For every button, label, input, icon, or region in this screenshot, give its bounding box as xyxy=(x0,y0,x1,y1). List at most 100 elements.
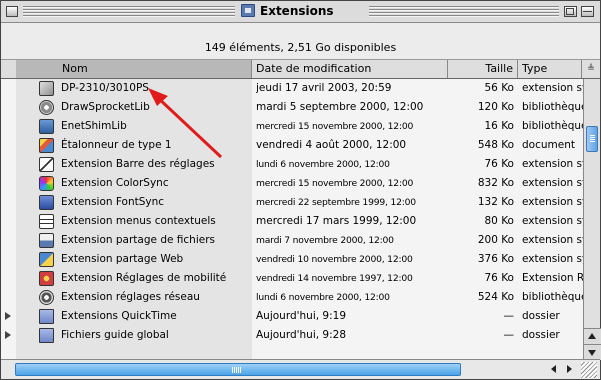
item-name: Fichiers guide global xyxy=(61,329,169,341)
colorsync-icon xyxy=(39,176,54,191)
item-date: mardi 7 novembre 2000, 12:00 xyxy=(256,235,394,246)
scroll-up-arrow[interactable] xyxy=(584,328,601,344)
item-type: bibliothèque xyxy=(522,120,583,132)
disclosure-triangle-icon[interactable] xyxy=(5,312,11,320)
list-item[interactable]: Extension réglages réseau lundi 6 novembr… xyxy=(1,288,583,307)
folder-icon xyxy=(39,309,54,324)
sort-direction-button[interactable]: ≜ xyxy=(582,60,600,78)
column-header-date[interactable]: Date de modification xyxy=(252,60,448,78)
item-name: Extension Réglages de mobilité xyxy=(61,272,227,284)
item-type: bibliothèque xyxy=(522,101,583,113)
file-sharing-icon xyxy=(39,233,54,248)
scroll-down-arrow[interactable] xyxy=(584,344,601,360)
item-size: — xyxy=(503,329,515,341)
item-date: mercredi 22 septembre 1999, 12:00 xyxy=(256,197,416,208)
horizontal-scroll-thumb[interactable] xyxy=(15,363,461,376)
item-size: 548 Ko xyxy=(477,139,514,151)
item-date: lundi 6 novembre 2000, 12:00 xyxy=(256,159,390,170)
item-date: vendredi 4 août 2000, 12:00 xyxy=(256,139,407,151)
list-item[interactable]: DrawSprocketLib mardi 5 septembre 2000, 1… xyxy=(1,98,583,117)
column-headers: Nom Date de modification Taille Type ≜ xyxy=(1,60,600,79)
item-type: document xyxy=(522,139,575,151)
collapse-box[interactable] xyxy=(581,6,594,17)
item-date: mercredi 15 novembre 2000, 12:00 xyxy=(256,178,414,189)
status-bar: 149 éléments, 2,51 Go disponibles xyxy=(1,38,600,60)
list-item[interactable]: Étalonneur de type 1 vendredi 4 août 2000… xyxy=(1,136,583,155)
list-item[interactable]: DP-2310/3010PS jeudi 17 avril 2003, 20:59… xyxy=(1,79,583,98)
scroll-right-arrow[interactable] xyxy=(562,362,577,377)
item-size: 376 Ko xyxy=(477,253,514,265)
close-box[interactable] xyxy=(6,6,18,17)
vertical-scrollbar[interactable] xyxy=(583,79,601,360)
title-bar-stripes xyxy=(369,6,559,17)
mobility-icon xyxy=(39,271,54,286)
column-header-size[interactable]: Taille xyxy=(448,60,518,78)
horizontal-scrollbar[interactable] xyxy=(1,359,600,379)
file-list: DP-2310/3010PS jeudi 17 avril 2003, 20:59… xyxy=(1,79,583,359)
item-size: 200 Ko xyxy=(477,234,514,246)
web-sharing-icon xyxy=(39,252,54,267)
list-item[interactable]: Extensions QuickTime Aujourd'hui, 9:19 — do… xyxy=(1,307,583,326)
title-bar[interactable]: Extensions xyxy=(1,1,600,23)
item-size: 80 Ko xyxy=(484,215,515,227)
column-header-name[interactable]: Nom xyxy=(16,60,252,78)
item-type: Extension Rés xyxy=(522,272,583,284)
item-size: 832 Ko xyxy=(477,177,514,189)
paint-icon xyxy=(39,138,54,153)
list-item[interactable]: Extension ColorSync mercredi 15 novembre … xyxy=(1,174,583,193)
item-name: Extension partage Web xyxy=(61,253,184,265)
list-item[interactable]: Extension partage de fichiers mardi 7 nov… xyxy=(1,231,583,250)
item-type: extension sys xyxy=(522,158,583,170)
folder-icon xyxy=(39,328,54,343)
list-item[interactable]: Extension Barre des réglages lundi 6 nove… xyxy=(1,155,583,174)
list-item[interactable]: Extension partage Web vendredi 10 novembr… xyxy=(1,250,583,269)
font-icon xyxy=(39,195,54,210)
item-date: mardi 5 septembre 2000, 12:00 xyxy=(256,101,424,113)
item-type: extension sys xyxy=(522,82,583,94)
item-size: 132 Ko xyxy=(477,196,514,208)
item-date: lundi 6 novembre 2000, 12:00 xyxy=(256,292,390,303)
item-date: Aujourd'hui, 9:19 xyxy=(256,310,346,322)
item-type: extension sys xyxy=(522,215,583,227)
item-name: Extension réglages réseau xyxy=(61,291,200,303)
item-name: Extensions QuickTime xyxy=(61,310,177,322)
item-name: DP-2310/3010PS xyxy=(61,82,149,94)
item-type: dossier xyxy=(522,329,560,341)
item-name: Extension ColorSync xyxy=(61,177,169,189)
zoom-box[interactable] xyxy=(564,6,577,17)
item-date: Aujourd'hui, 9:28 xyxy=(256,329,346,341)
list-item[interactable]: Fichiers guide global Aujourd'hui, 9:28 — d… xyxy=(1,326,583,345)
item-size: 56 Ko xyxy=(484,82,515,94)
item-date: jeudi 17 avril 2003, 20:59 xyxy=(256,82,392,94)
network-settings-icon xyxy=(39,290,54,305)
item-type: extension sys xyxy=(522,177,583,189)
list-item[interactable]: Extension Réglages de mobilité vendredi 1… xyxy=(1,269,583,288)
item-size: 120 Ko xyxy=(477,101,514,113)
folder-icon xyxy=(241,4,255,17)
column-header-type[interactable]: Type xyxy=(518,60,582,78)
vertical-scroll-thumb[interactable] xyxy=(586,126,598,152)
item-type: extension sys xyxy=(522,253,583,265)
item-size: 16 Ko xyxy=(484,120,515,132)
item-type: bibliothèque xyxy=(522,291,583,303)
item-name: Étalonneur de type 1 xyxy=(61,139,172,151)
window-header xyxy=(1,23,600,38)
gear-icon xyxy=(39,100,54,115)
item-size: 76 Ko xyxy=(484,158,515,170)
list-item[interactable]: Extension FontSync mercredi 22 septembre … xyxy=(1,193,583,212)
item-name: Extension FontSync xyxy=(61,196,165,208)
item-date: vendredi 10 novembre 2000, 12:00 xyxy=(256,254,413,265)
item-name: Extension Barre des réglages xyxy=(61,158,215,170)
item-name: Extension partage de fichiers xyxy=(61,234,215,246)
disclosure-triangle-icon[interactable] xyxy=(5,331,11,339)
list-item[interactable]: Extension menus contextuels mercredi 17 m… xyxy=(1,212,583,231)
item-name: Extension menus contextuels xyxy=(61,215,216,227)
list-item[interactable]: EnetShimLib mercredi 15 novembre 2000, 12… xyxy=(1,117,583,136)
item-size: 76 Ko xyxy=(484,272,515,284)
item-type: extension sys xyxy=(522,234,583,246)
finder-window: Extensions 149 éléments, 2,51 Go disponi… xyxy=(0,0,601,380)
network-icon xyxy=(39,119,54,134)
scroll-left-arrow[interactable] xyxy=(546,362,561,377)
item-type: extension sys xyxy=(522,196,583,208)
grow-box[interactable] xyxy=(581,362,597,378)
